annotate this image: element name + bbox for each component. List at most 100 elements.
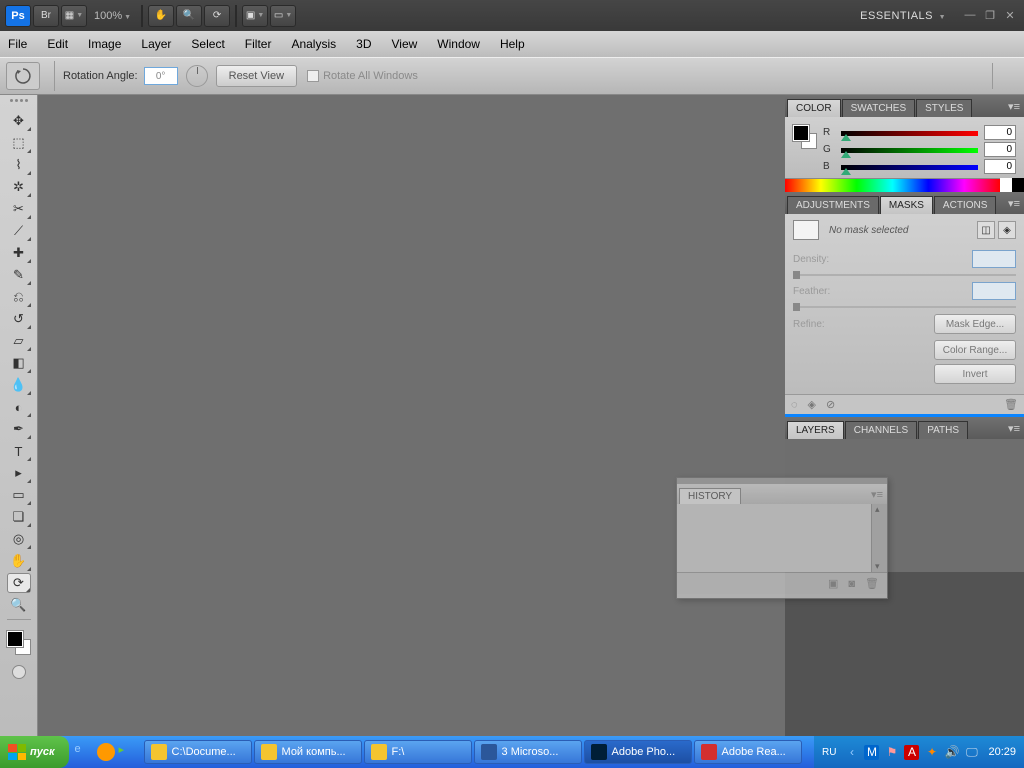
- g-input[interactable]: [984, 142, 1016, 157]
- tray-expand-icon[interactable]: ‹: [844, 745, 859, 760]
- g-slider[interactable]: [841, 145, 978, 155]
- rotation-angle-input[interactable]: [144, 67, 178, 85]
- panel-menu-icon[interactable]: ▾≡: [1008, 100, 1020, 113]
- load-sel-icon[interactable]: ◌: [791, 399, 798, 411]
- reset-view-button[interactable]: Reset View: [216, 65, 297, 87]
- move-tool[interactable]: ✥: [7, 111, 31, 131]
- feather-slider[interactable]: [793, 306, 1016, 308]
- history-brush-tool[interactable]: ↺: [7, 309, 31, 329]
- blur-tool[interactable]: 💧: [7, 375, 31, 395]
- menu-view[interactable]: View: [391, 37, 417, 51]
- brush-tool[interactable]: ✎: [7, 265, 31, 285]
- new-doc-from-state-icon[interactable]: ▣: [828, 577, 838, 590]
- taskbar-item[interactable]: Мой компь...: [254, 740, 362, 764]
- quick-mask-toggle[interactable]: [12, 665, 26, 679]
- tray-volume-icon[interactable]: 🔊: [944, 745, 959, 760]
- panel-menu-icon[interactable]: ▾≡: [1008, 197, 1020, 210]
- hand-tool-icon[interactable]: ✋: [148, 5, 174, 27]
- scrollbar[interactable]: [871, 504, 887, 572]
- tray-icon[interactable]: M: [864, 745, 879, 760]
- menu-window[interactable]: Window: [437, 37, 480, 51]
- eyedropper-tool[interactable]: ⟋: [7, 221, 31, 241]
- lasso-tool[interactable]: ⌇: [7, 155, 31, 175]
- rotate-view-tool[interactable]: ⟳: [7, 573, 31, 593]
- view-extras-icon[interactable]: ▦▼: [61, 5, 87, 27]
- menu-filter[interactable]: Filter: [245, 37, 272, 51]
- 3d-tool[interactable]: ❏: [7, 507, 31, 527]
- tray-icon[interactable]: ⚑: [884, 745, 899, 760]
- pixel-mask-icon[interactable]: ◫: [977, 221, 995, 239]
- tab-adjustments[interactable]: ADJUSTMENTS: [787, 196, 879, 214]
- type-tool[interactable]: T: [7, 441, 31, 461]
- feather-input[interactable]: [972, 282, 1016, 300]
- zoom-tool[interactable]: 🔍: [7, 595, 31, 615]
- history-panel[interactable]: HISTORY ▾≡ ▣ ◙ 🗑: [676, 477, 888, 599]
- tab-history[interactable]: HISTORY: [679, 488, 741, 504]
- tab-swatches[interactable]: SWATCHES: [842, 99, 916, 117]
- b-slider[interactable]: [841, 162, 978, 172]
- dodge-tool[interactable]: ◐: [7, 397, 31, 417]
- marquee-tool[interactable]: ⬚: [7, 133, 31, 153]
- 3d-camera-tool[interactable]: ◎: [7, 529, 31, 549]
- current-tool-icon[interactable]: [6, 62, 40, 90]
- color-range-button[interactable]: Color Range...: [934, 340, 1016, 360]
- panel-menu-icon[interactable]: ▾≡: [1008, 422, 1020, 435]
- r-input[interactable]: [984, 125, 1016, 140]
- taskbar-item[interactable]: C:\Docume...: [144, 740, 252, 764]
- menu-edit[interactable]: Edit: [47, 37, 68, 51]
- tray-display-icon[interactable]: 🖵: [964, 745, 979, 760]
- arrange-docs-icon[interactable]: ▣▼: [242, 5, 268, 27]
- pen-tool[interactable]: ✒: [7, 419, 31, 439]
- taskbar-item[interactable]: Adobe Rea...: [694, 740, 802, 764]
- tray-icon[interactable]: ✦: [924, 745, 939, 760]
- shape-tool[interactable]: ▭: [7, 485, 31, 505]
- bridge-icon[interactable]: Br: [33, 5, 59, 27]
- menu-3d[interactable]: 3D: [356, 37, 371, 51]
- mask-edge-button[interactable]: Mask Edge...: [934, 314, 1016, 334]
- menu-file[interactable]: File: [8, 37, 27, 51]
- language-indicator[interactable]: RU: [822, 747, 836, 758]
- tab-styles[interactable]: STYLES: [916, 99, 972, 117]
- menu-help[interactable]: Help: [500, 37, 525, 51]
- ps-icon[interactable]: Ps: [5, 5, 31, 27]
- apply-mask-icon[interactable]: ◈: [808, 398, 816, 411]
- rotate-all-checkbox[interactable]: [307, 70, 319, 82]
- rotation-dial[interactable]: [186, 65, 208, 87]
- density-slider[interactable]: [793, 274, 1016, 276]
- b-input[interactable]: [984, 159, 1016, 174]
- taskbar-item[interactable]: Adobe Pho...: [584, 740, 692, 764]
- menu-image[interactable]: Image: [88, 37, 121, 51]
- taskbar-item[interactable]: 3 Microso...: [474, 740, 582, 764]
- tray-av-icon[interactable]: A: [904, 745, 919, 760]
- delete-mask-icon[interactable]: 🗑: [1004, 398, 1018, 411]
- ie-icon[interactable]: e: [75, 743, 93, 761]
- restore-button[interactable]: ❐: [983, 9, 997, 23]
- zoom-tool-icon[interactable]: 🔍: [176, 5, 202, 27]
- desktop-icon[interactable]: [97, 743, 115, 761]
- workspace-switcher[interactable]: ESSENTIALS ▼: [860, 10, 946, 22]
- quick-select-tool[interactable]: ✲: [7, 177, 31, 197]
- stamp-tool[interactable]: ⎌: [7, 287, 31, 307]
- crop-tool[interactable]: ✂: [7, 199, 31, 219]
- zoom-level[interactable]: 100%▼: [94, 10, 131, 22]
- r-slider[interactable]: [841, 128, 978, 138]
- color-foreground-background[interactable]: [793, 125, 817, 149]
- menu-analysis[interactable]: Analysis: [291, 37, 336, 51]
- minimize-button[interactable]: —: [963, 9, 977, 23]
- density-input[interactable]: [972, 250, 1016, 268]
- taskbar-item[interactable]: F:\: [364, 740, 472, 764]
- healing-tool[interactable]: ✚: [7, 243, 31, 263]
- tab-masks[interactable]: MASKS: [880, 196, 933, 214]
- tab-color[interactable]: COLOR: [787, 99, 841, 117]
- player-icon[interactable]: ▸: [119, 743, 137, 761]
- gradient-tool[interactable]: ◧: [7, 353, 31, 373]
- path-select-tool[interactable]: ▸: [7, 463, 31, 483]
- menu-select[interactable]: Select: [191, 37, 224, 51]
- start-button[interactable]: пуск: [0, 736, 69, 768]
- disable-mask-icon[interactable]: ⊘: [826, 398, 835, 411]
- eraser-tool[interactable]: ▱: [7, 331, 31, 351]
- vector-mask-icon[interactable]: ◈: [998, 221, 1016, 239]
- tab-layers[interactable]: LAYERS: [787, 421, 844, 439]
- delete-state-icon[interactable]: 🗑: [865, 577, 879, 590]
- screen-mode-icon[interactable]: ▭▼: [270, 5, 296, 27]
